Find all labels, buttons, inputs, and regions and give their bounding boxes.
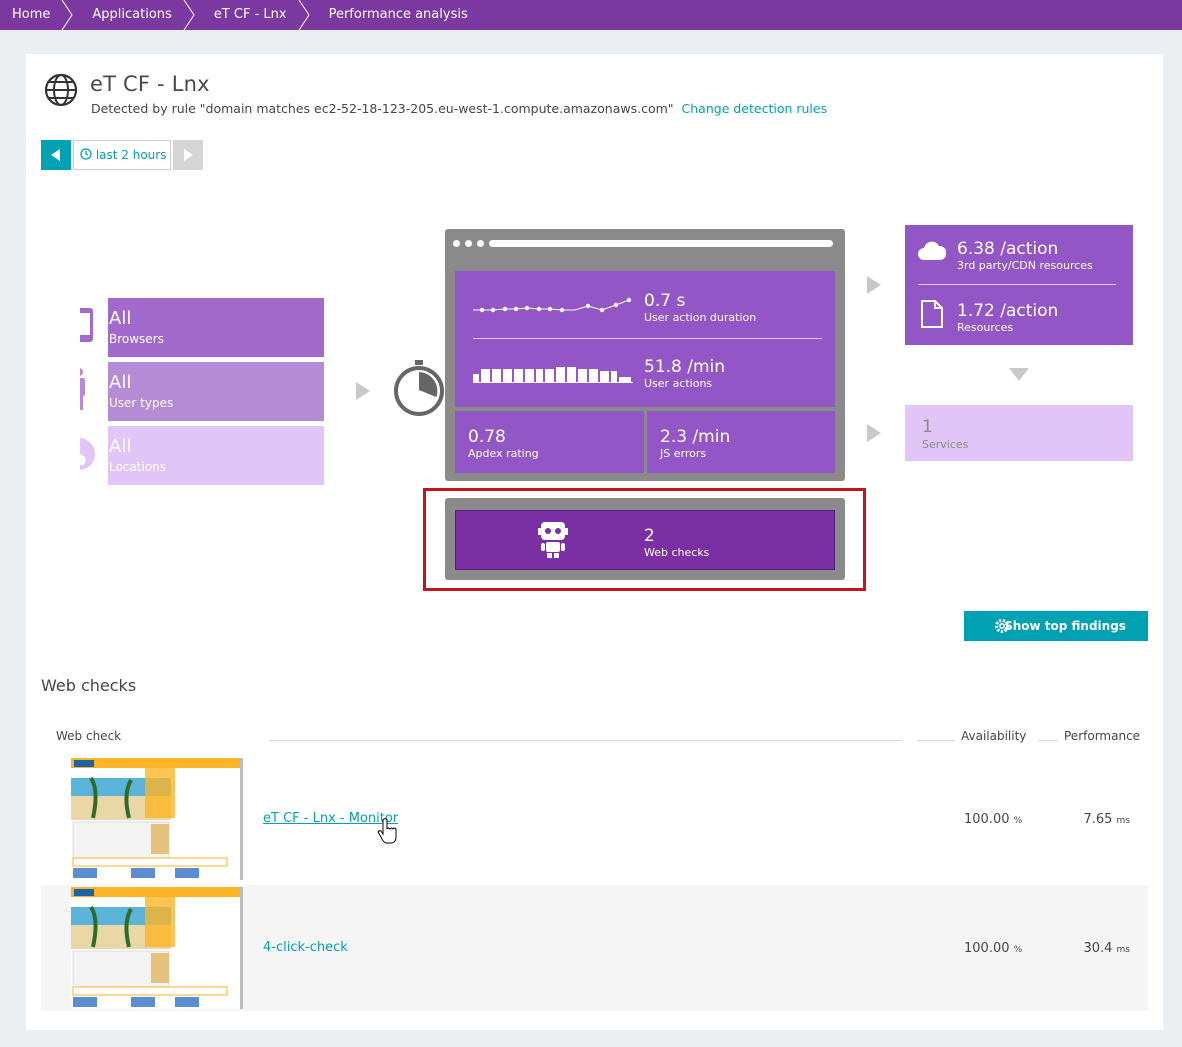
- availability-cell: 100.00 %: [964, 812, 1022, 827]
- column-header-webcheck[interactable]: Web check: [56, 729, 121, 743]
- arrow-right-icon: [867, 424, 881, 442]
- globe-icon: [44, 73, 78, 107]
- browser-dot: [477, 240, 484, 247]
- services-label: Services: [922, 438, 969, 451]
- highlight-box: [423, 488, 866, 591]
- timeframe-selector[interactable]: last 2 hours: [73, 140, 171, 170]
- breadcrumb-home[interactable]: Home: [0, 0, 73, 30]
- filter-browsers[interactable]: All Browsers: [80, 298, 324, 357]
- screenshot-image: [71, 887, 240, 1009]
- panel-divider: [473, 338, 822, 339]
- breadcrumb-performance-analysis[interactable]: Performance analysis: [309, 0, 490, 30]
- detection-rule-text: Detected by rule "domain matches ec2-52-…: [91, 101, 827, 116]
- show-top-findings-label: Show top findings: [1004, 619, 1126, 633]
- filter-value: All: [109, 308, 132, 329]
- filter-locations[interactable]: All Locations: [80, 426, 324, 485]
- performance-unit: ms: [1116, 945, 1130, 955]
- breadcrumb-label: Applications: [92, 7, 172, 22]
- webcheck-name-link[interactable]: 4-click-check: [263, 940, 348, 955]
- availability-unit: %: [1013, 945, 1023, 955]
- triangle-right-icon: [184, 149, 193, 161]
- detection-rule: Detected by rule "domain matches ec2-52-…: [91, 101, 674, 116]
- js-errors-label: JS errors: [660, 447, 707, 460]
- apdex-value: 0.78: [468, 427, 506, 447]
- stopwatch-icon: [392, 360, 446, 418]
- availability-value: 100.00: [964, 941, 1010, 956]
- header-rule: [269, 740, 902, 741]
- table-row[interactable]: 4-click-check 100.00 % 30.4 ms: [41, 885, 1148, 1011]
- actions-label: User actions: [644, 377, 713, 390]
- browser-dot: [453, 240, 460, 247]
- document-icon: [921, 300, 943, 328]
- header-rule: [1038, 740, 1058, 741]
- resources-label: Resources: [957, 321, 1014, 334]
- breadcrumb-label: eT CF - Lnx: [213, 7, 287, 22]
- screenshot-image: [71, 758, 240, 880]
- timeframe-prev-button[interactable]: [41, 140, 71, 170]
- globe-icon: [80, 426, 108, 485]
- show-top-findings-button[interactable]: Show top findings: [964, 611, 1148, 641]
- arrow-right-icon: [356, 382, 370, 400]
- performance-cell: 30.4 ms: [1083, 941, 1130, 956]
- section-title: Web checks: [41, 676, 137, 695]
- header-rule: [917, 740, 955, 741]
- arrow-down-icon: [1009, 368, 1029, 381]
- duration-value: 0.7 s: [644, 291, 686, 311]
- actions-value: 51.8 /min: [644, 357, 726, 377]
- actions-histogram: [473, 367, 633, 383]
- webcheck-screenshot-thumbnail[interactable]: [71, 758, 243, 880]
- column-header-availability[interactable]: Availability: [961, 729, 1026, 743]
- filter-label: Locations: [109, 460, 167, 474]
- timeframe-label: last 2 hours: [95, 148, 167, 162]
- breadcrumb-label: Home: [12, 7, 51, 22]
- browser-dot: [465, 240, 472, 247]
- breadcrumb-application[interactable]: eT CF - Lnx: [194, 0, 310, 30]
- filter-value: All: [109, 436, 132, 457]
- third-party-label: 3rd party/CDN resources: [957, 259, 1093, 272]
- availability-unit: %: [1013, 816, 1023, 826]
- hand-cursor-icon: [377, 818, 397, 844]
- resources-divider: [918, 284, 1116, 285]
- page-title: eT CF - Lnx: [90, 72, 210, 96]
- apdex-label: Apdex rating: [468, 447, 539, 460]
- mobile-icon: [80, 298, 108, 357]
- resources-value: 1.72 /action: [957, 301, 1059, 321]
- third-party-value: 6.38 /action: [957, 239, 1059, 259]
- webcheck-screenshot-thumbnail[interactable]: [71, 887, 243, 1009]
- breadcrumb: Home Applications eT CF - Lnx Performanc…: [0, 0, 1182, 30]
- resources-panel[interactable]: 6.38 /action 3rd party/CDN resources 1.7…: [905, 225, 1133, 345]
- table-row[interactable]: eT CF - Lnx - Monitor 100.00 % 7.65 ms: [41, 756, 1148, 882]
- apdex-panel[interactable]: 0.78 Apdex rating: [455, 411, 644, 473]
- js-errors-value: 2.3 /min: [660, 427, 731, 447]
- services-panel[interactable]: 1 Services: [905, 405, 1133, 461]
- clock-icon: [80, 148, 92, 160]
- person-icon: [80, 362, 108, 421]
- duration-label: User action duration: [644, 311, 757, 324]
- triangle-left-icon: [51, 149, 60, 161]
- change-detection-rules-link[interactable]: Change detection rules: [682, 101, 828, 116]
- performance-value: 7.65: [1083, 812, 1113, 827]
- services-value: 1: [922, 417, 933, 437]
- filter-label: Browsers: [109, 332, 164, 346]
- filter-value: All: [109, 372, 132, 393]
- performance-value: 30.4: [1083, 941, 1113, 956]
- cloud-icon: [918, 241, 946, 260]
- breadcrumb-label: Performance analysis: [328, 7, 468, 22]
- gear-icon: [995, 619, 1009, 633]
- performance-cell: 7.65 ms: [1083, 812, 1130, 827]
- availability-cell: 100.00 %: [964, 941, 1022, 956]
- js-errors-panel[interactable]: 2.3 /min JS errors: [647, 411, 835, 473]
- column-header-performance[interactable]: Performance: [1064, 729, 1140, 743]
- timeframe-next-button[interactable]: [173, 140, 203, 170]
- filter-label: User types: [109, 396, 174, 410]
- filter-user-types[interactable]: All User types: [80, 362, 324, 421]
- availability-value: 100.00: [964, 812, 1010, 827]
- browser-address-bar: [489, 240, 833, 247]
- breadcrumb-applications[interactable]: Applications: [72, 0, 195, 30]
- performance-unit: ms: [1116, 816, 1130, 826]
- duration-sparkline: [473, 297, 632, 313]
- arrow-right-icon: [867, 276, 881, 294]
